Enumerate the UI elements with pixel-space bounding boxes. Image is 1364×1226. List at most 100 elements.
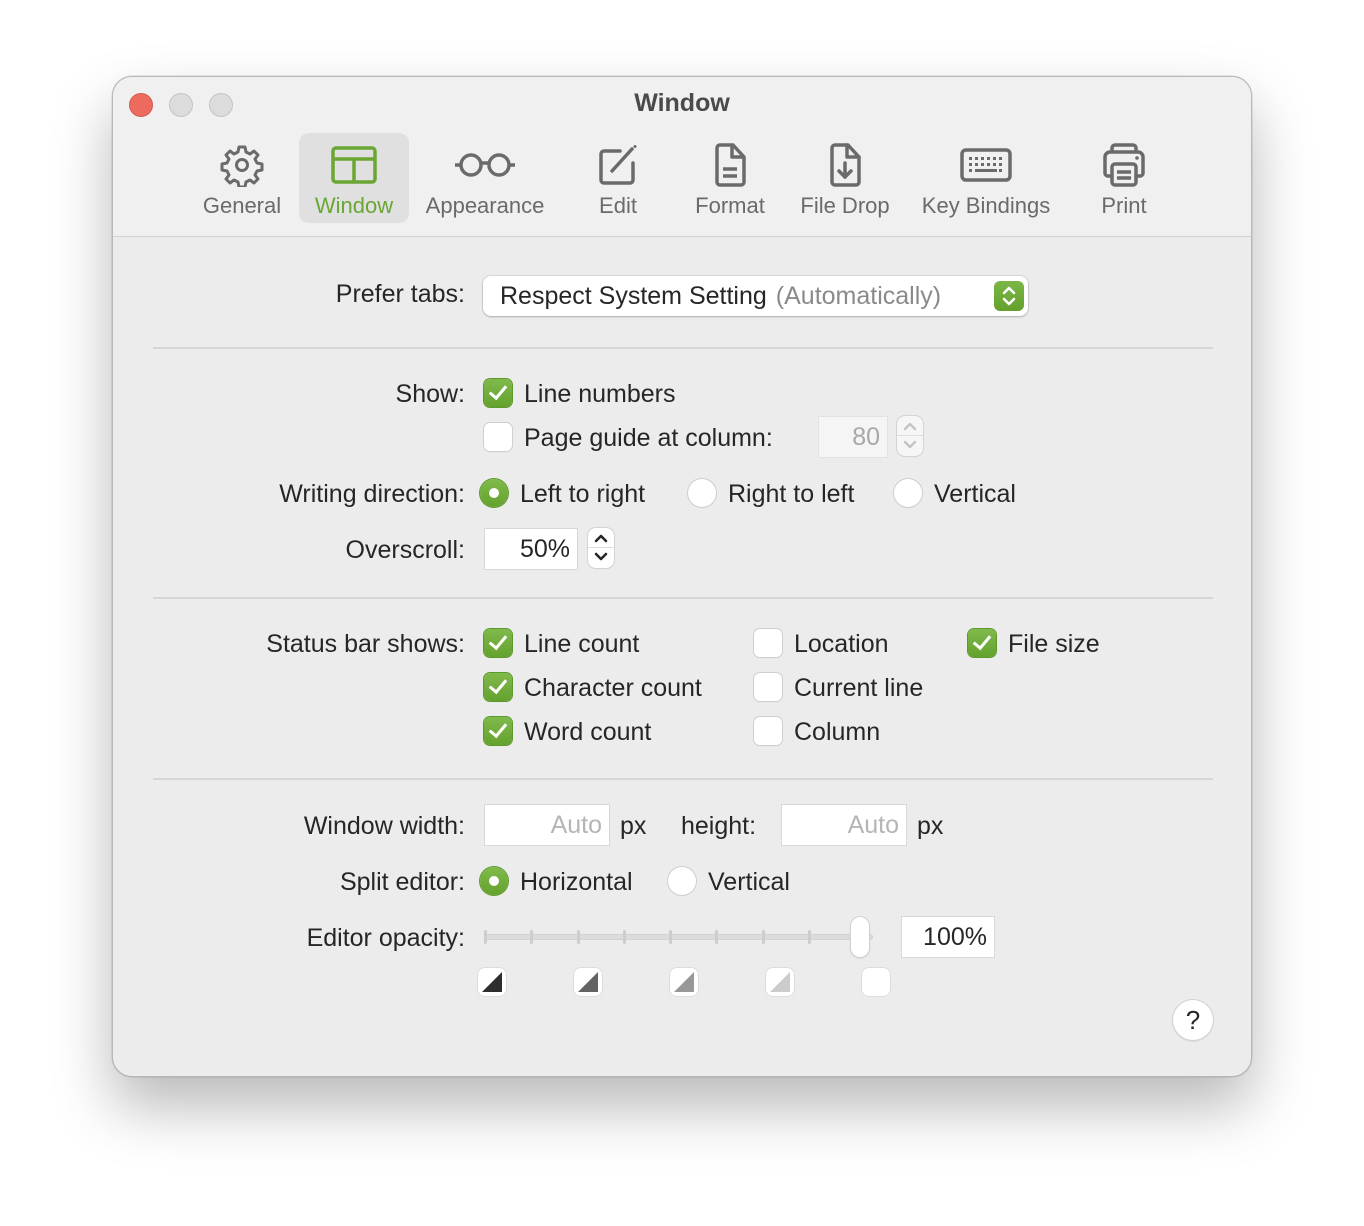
line-numbers-label: Line numbers bbox=[524, 380, 676, 408]
popup-chevrons-icon bbox=[994, 281, 1024, 311]
word-count-label: Word count bbox=[524, 718, 652, 746]
toolbar-tab-edit[interactable]: Edit bbox=[583, 133, 653, 223]
editor-opacity-label: Editor opacity: bbox=[306, 924, 465, 952]
writing-direction-vertical-radio[interactable] bbox=[894, 479, 922, 507]
toolbar-tab-appearance[interactable]: Appearance bbox=[419, 133, 551, 223]
overscroll-label: Overscroll: bbox=[345, 536, 465, 564]
split-vertical-radio[interactable] bbox=[668, 867, 696, 895]
character-count-label: Character count bbox=[524, 674, 702, 702]
separator bbox=[153, 778, 1213, 780]
window-width-field[interactable]: Auto bbox=[485, 805, 609, 845]
toolbar-tab-label: Edit bbox=[599, 193, 637, 218]
slider-tick bbox=[761, 930, 765, 944]
printer-icon bbox=[1098, 141, 1150, 189]
toolbar-tab-file-drop[interactable]: File Drop bbox=[795, 133, 895, 223]
prefer-tabs-value-secondary: (Automatically) bbox=[775, 281, 942, 310]
toolbar-tab-print[interactable]: Print bbox=[1089, 133, 1159, 223]
page-guide-label: Page guide at column: bbox=[524, 424, 773, 452]
opacity-preset-60-button[interactable] bbox=[670, 968, 698, 996]
slider-tick bbox=[807, 930, 811, 944]
file-size-checkbox[interactable] bbox=[968, 629, 996, 657]
slider-tick bbox=[622, 930, 626, 944]
split-vertical-label: Vertical bbox=[708, 868, 790, 896]
toolbar-tab-label: Format bbox=[695, 193, 765, 218]
stepper-up-icon[interactable] bbox=[593, 533, 609, 543]
opacity-field[interactable]: 100% bbox=[902, 917, 994, 957]
stepper-up-icon[interactable] bbox=[902, 421, 918, 431]
split-horizontal-radio[interactable] bbox=[480, 867, 508, 895]
toolbar-tab-label: Window bbox=[314, 193, 394, 218]
stepper-down-icon[interactable] bbox=[593, 552, 609, 562]
line-count-checkbox[interactable] bbox=[484, 629, 512, 657]
opacity-slider-knob[interactable] bbox=[851, 917, 869, 957]
writing-direction-vertical-label: Vertical bbox=[934, 480, 1016, 508]
opacity-slider-track[interactable] bbox=[485, 934, 873, 940]
writing-direction-rtl-radio[interactable] bbox=[688, 479, 716, 507]
toolbar-tab-format[interactable]: Format bbox=[685, 133, 775, 223]
page-guide-checkbox[interactable] bbox=[484, 423, 512, 451]
separator bbox=[153, 347, 1213, 349]
opacity-preset-100-button[interactable] bbox=[862, 968, 890, 996]
current-line-label: Current line bbox=[794, 674, 924, 702]
opacity-preset-40-icon bbox=[578, 972, 598, 992]
title-bar: Window General Window Appearance Edit Fo… bbox=[113, 77, 1251, 237]
file-size-label: File size bbox=[1008, 630, 1100, 658]
document-text-icon bbox=[704, 141, 756, 189]
slider-tick bbox=[669, 930, 672, 944]
writing-direction-rtl-label: Right to left bbox=[728, 480, 855, 508]
opacity-preset-80-button[interactable] bbox=[766, 968, 794, 996]
character-count-checkbox[interactable] bbox=[484, 673, 512, 701]
location-label: Location bbox=[794, 630, 889, 658]
slider-tick bbox=[484, 930, 487, 944]
show-label: Show: bbox=[395, 380, 465, 408]
glasses-icon bbox=[452, 141, 518, 189]
toolbar-tab-label: Print bbox=[1101, 193, 1147, 218]
writing-direction-label: Writing direction: bbox=[279, 480, 465, 508]
width-unit-label: px bbox=[620, 812, 647, 840]
column-checkbox[interactable] bbox=[754, 717, 782, 745]
line-count-label: Line count bbox=[524, 630, 640, 658]
slider-tick bbox=[715, 930, 719, 944]
opacity-preset-80-icon bbox=[770, 972, 790, 992]
window-height-label: height: bbox=[681, 812, 757, 840]
opacity-preset-60-icon bbox=[674, 972, 694, 992]
height-unit-label: px bbox=[917, 812, 944, 840]
page-guide-column-stepper[interactable] bbox=[897, 416, 923, 456]
toolbar-tab-label: File Drop bbox=[800, 193, 890, 218]
line-numbers-checkbox[interactable] bbox=[484, 379, 512, 407]
window-layout-icon bbox=[328, 141, 380, 189]
opacity-preset-40-button[interactable] bbox=[574, 968, 602, 996]
keyboard-icon bbox=[958, 141, 1014, 189]
prefer-tabs-popup[interactable]: Respect System Setting (Automatically) bbox=[483, 276, 1028, 316]
toolbar-tab-label: Key Bindings bbox=[921, 193, 1051, 218]
prefer-tabs-label: Prefer tabs: bbox=[335, 280, 465, 308]
prefer-tabs-value: Respect System Setting bbox=[500, 281, 767, 310]
pencil-square-icon bbox=[592, 141, 644, 189]
stepper-down-icon[interactable] bbox=[902, 440, 918, 450]
overscroll-field[interactable]: 50% bbox=[485, 529, 577, 569]
writing-direction-ltr-radio[interactable] bbox=[480, 479, 508, 507]
window-height-field[interactable]: Auto bbox=[782, 805, 906, 845]
page-guide-column-field[interactable]: 80 bbox=[819, 417, 887, 457]
opacity-preset-100-icon bbox=[866, 972, 886, 992]
gear-icon bbox=[216, 141, 268, 189]
preferences-window: Window General Window Appearance Edit Fo… bbox=[112, 76, 1252, 1077]
toolbar-tab-label: Appearance bbox=[425, 193, 545, 218]
word-count-checkbox[interactable] bbox=[484, 717, 512, 745]
toolbar-tab-key-bindings[interactable]: Key Bindings bbox=[915, 133, 1057, 223]
toolbar-tab-window[interactable]: Window bbox=[299, 133, 409, 223]
status-bar-label: Status bar shows: bbox=[266, 630, 465, 658]
toolbar-tab-label: General bbox=[202, 193, 282, 218]
opacity-preset-20-icon bbox=[482, 972, 502, 992]
help-button[interactable]: ? bbox=[1173, 1000, 1213, 1040]
window-title: Window bbox=[634, 89, 730, 117]
location-checkbox[interactable] bbox=[754, 629, 782, 657]
overscroll-stepper[interactable] bbox=[588, 528, 614, 568]
current-line-checkbox[interactable] bbox=[754, 673, 782, 701]
window-width-label: Window width: bbox=[303, 812, 465, 840]
document-arrow-down-icon bbox=[819, 141, 871, 189]
slider-tick bbox=[530, 930, 534, 944]
toolbar-tab-general[interactable]: General bbox=[197, 133, 287, 223]
split-editor-label: Split editor: bbox=[339, 868, 465, 896]
opacity-preset-20-button[interactable] bbox=[478, 968, 506, 996]
